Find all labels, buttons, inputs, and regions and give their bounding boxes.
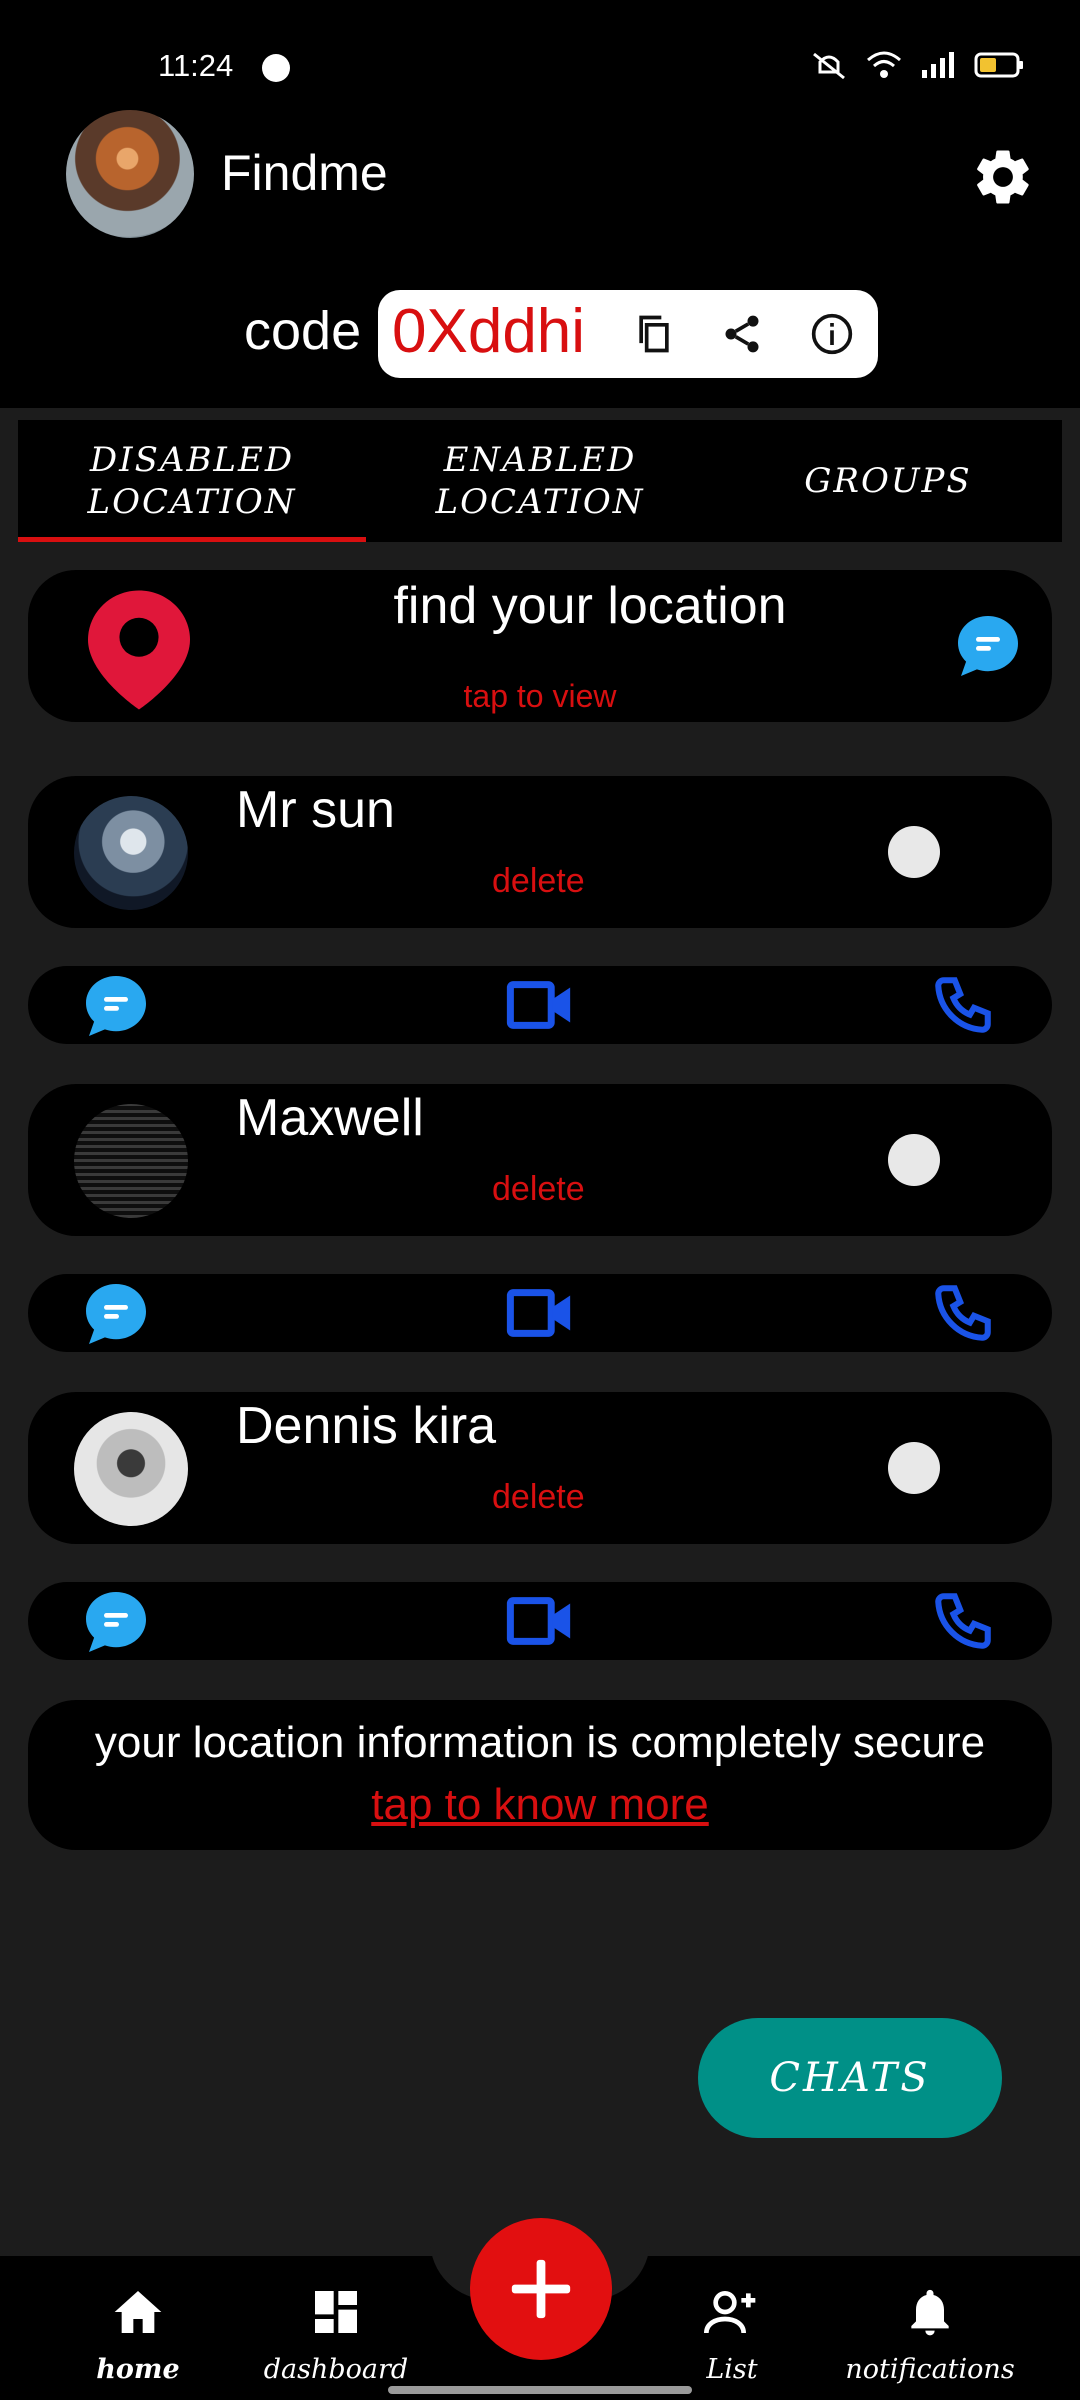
- contact-name: Maxwell: [236, 1089, 424, 1147]
- chat-bubble-icon[interactable]: [80, 970, 152, 1042]
- status-time: 11:24: [158, 48, 234, 83]
- settings-gear-icon[interactable]: [970, 144, 1036, 210]
- copy-icon[interactable]: [632, 312, 676, 356]
- user-avatar[interactable]: [66, 110, 194, 238]
- home-icon: [114, 2291, 162, 2333]
- tab-disabled-location[interactable]: DISABLED LOCATION: [18, 420, 366, 542]
- contact-name: Dennis kira: [236, 1397, 497, 1455]
- status-icons: [810, 50, 1024, 80]
- contact-actions-bar: [28, 1582, 1052, 1660]
- location-tabs: DISABLED LOCATION ENABLED LOCATION GROUPS: [18, 420, 1062, 542]
- contact-avatar: [74, 1412, 188, 1526]
- find-location-card[interactable]: find your location tap to view: [28, 570, 1052, 722]
- mute-icon: [813, 52, 845, 80]
- delete-button[interactable]: delete: [492, 862, 585, 901]
- share-icon[interactable]: [720, 312, 764, 356]
- active-tab-indicator: [18, 537, 366, 542]
- chat-bubble-icon[interactable]: [952, 610, 1024, 682]
- phone-call-icon[interactable]: [930, 1588, 996, 1654]
- chats-button[interactable]: CHATS: [698, 2018, 1002, 2138]
- home-indicator: [388, 2386, 692, 2394]
- chat-bubble-icon[interactable]: [80, 1586, 152, 1658]
- video-call-icon[interactable]: [506, 974, 576, 1036]
- plus-icon: [511, 2259, 571, 2319]
- battery-icon: [974, 52, 1023, 78]
- phone-call-icon[interactable]: [930, 972, 996, 1038]
- video-call-icon[interactable]: [506, 1282, 576, 1344]
- signal-icon: [922, 52, 954, 78]
- security-notice-text: your location information is completely …: [94, 1718, 986, 1767]
- location-toggle[interactable]: [888, 826, 940, 878]
- nav-dashboard[interactable]: dashboard: [246, 2256, 426, 2400]
- delete-button[interactable]: delete: [492, 1170, 585, 1209]
- tab-groups[interactable]: GROUPS: [714, 420, 1062, 542]
- dashboard-icon: [315, 2291, 357, 2333]
- contact-actions-bar: [28, 1274, 1052, 1352]
- app-status-icon: [262, 54, 290, 82]
- info-icon[interactable]: [810, 312, 854, 356]
- video-call-icon[interactable]: [506, 1590, 576, 1652]
- contact-name: Mr sun: [236, 781, 395, 839]
- tap-to-view-link[interactable]: tap to view: [28, 678, 1052, 715]
- contact-avatar: [74, 796, 188, 910]
- contact-card[interactable]: Dennis kira delete: [28, 1392, 1052, 1544]
- find-location-title: find your location: [393, 577, 787, 635]
- know-more-link[interactable]: tap to know more: [28, 1780, 1052, 1830]
- nav-home[interactable]: home: [48, 2256, 228, 2400]
- code-label: code: [244, 301, 362, 361]
- chat-bubble-icon[interactable]: [80, 1278, 152, 1350]
- bell-icon: [911, 2289, 949, 2336]
- nav-list[interactable]: List: [642, 2256, 822, 2400]
- top-bar: Findme code 0Xddhi: [0, 100, 1080, 408]
- phone-call-icon[interactable]: [930, 1280, 996, 1346]
- tab-enabled-location[interactable]: ENABLED LOCATION: [366, 420, 714, 542]
- location-toggle[interactable]: [888, 1134, 940, 1186]
- add-fab-button[interactable]: [470, 2218, 612, 2360]
- code-value: 0Xddhi: [392, 297, 586, 366]
- contact-avatar: [74, 1104, 188, 1218]
- add-person-icon: [704, 2291, 756, 2334]
- contact-actions-bar: [28, 966, 1052, 1044]
- wifi-icon: [867, 51, 901, 78]
- nav-notifications[interactable]: notifications: [840, 2256, 1020, 2400]
- security-notice: your location information is completely …: [28, 1700, 1052, 1850]
- contact-card[interactable]: Mr sun delete: [28, 776, 1052, 928]
- app-title: Findme: [221, 145, 388, 201]
- contact-card[interactable]: Maxwell delete: [28, 1084, 1052, 1236]
- location-toggle[interactable]: [888, 1442, 940, 1494]
- delete-button[interactable]: delete: [492, 1478, 585, 1517]
- code-box: 0Xddhi: [378, 290, 878, 378]
